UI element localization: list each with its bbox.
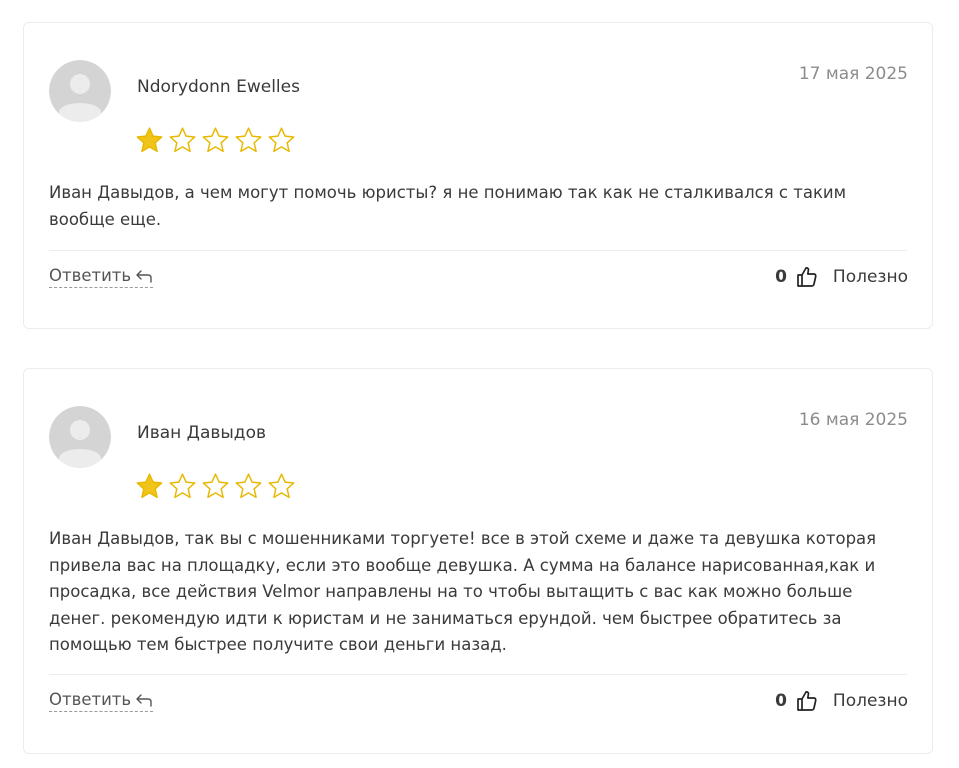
useful-label[interactable]: Полезно — [833, 691, 908, 711]
star-icon-empty — [202, 473, 229, 499]
useful-group: 0 Полезно — [775, 265, 908, 289]
star-icon-filled — [136, 473, 163, 499]
avatar-placeholder-icon — [49, 406, 111, 468]
rating-stars — [135, 472, 296, 501]
review-author: Иван Давыдов — [137, 423, 266, 443]
star-icon-empty — [235, 127, 262, 153]
reply-label: Ответить — [49, 266, 132, 285]
thumbs-up-icon[interactable] — [795, 689, 819, 713]
star-icon-empty — [202, 127, 229, 153]
useful-group: 0 Полезно — [775, 689, 908, 713]
review-author: Ndorydonn Ewelles — [137, 77, 300, 97]
review-card: Ndorydonn Ewelles 17 мая 2025 Иван Давыд… — [23, 22, 933, 329]
reply-button[interactable]: Ответить — [49, 690, 154, 712]
star-icon-empty — [235, 473, 262, 499]
star-icon-empty — [169, 473, 196, 499]
divider — [49, 250, 907, 251]
review-text: Иван Давыдов, так вы с мошенниками торгу… — [49, 529, 877, 654]
review-text: Иван Давыдов, а чем могут помочь юристы?… — [49, 183, 847, 229]
star-icon-filled — [136, 127, 163, 153]
reply-button[interactable]: Ответить — [49, 266, 154, 288]
thumbs-up-icon[interactable] — [795, 265, 819, 289]
rating-stars — [135, 126, 296, 155]
star-icon-empty — [268, 473, 295, 499]
reply-arrow-icon — [136, 269, 152, 283]
reply-label: Ответить — [49, 690, 132, 709]
divider — [49, 674, 907, 675]
useful-count: 0 — [775, 267, 787, 287]
review-card: Иван Давыдов 16 мая 2025 Иван Давыдов, т… — [23, 368, 933, 754]
useful-label[interactable]: Полезно — [833, 267, 908, 287]
review-date: 17 мая 2025 — [798, 64, 908, 84]
useful-count: 0 — [775, 691, 787, 711]
star-icon-empty — [268, 127, 295, 153]
star-icon-empty — [169, 127, 196, 153]
review-date: 16 мая 2025 — [798, 410, 908, 430]
avatar-placeholder-icon — [49, 60, 111, 122]
reply-arrow-icon — [136, 693, 152, 707]
